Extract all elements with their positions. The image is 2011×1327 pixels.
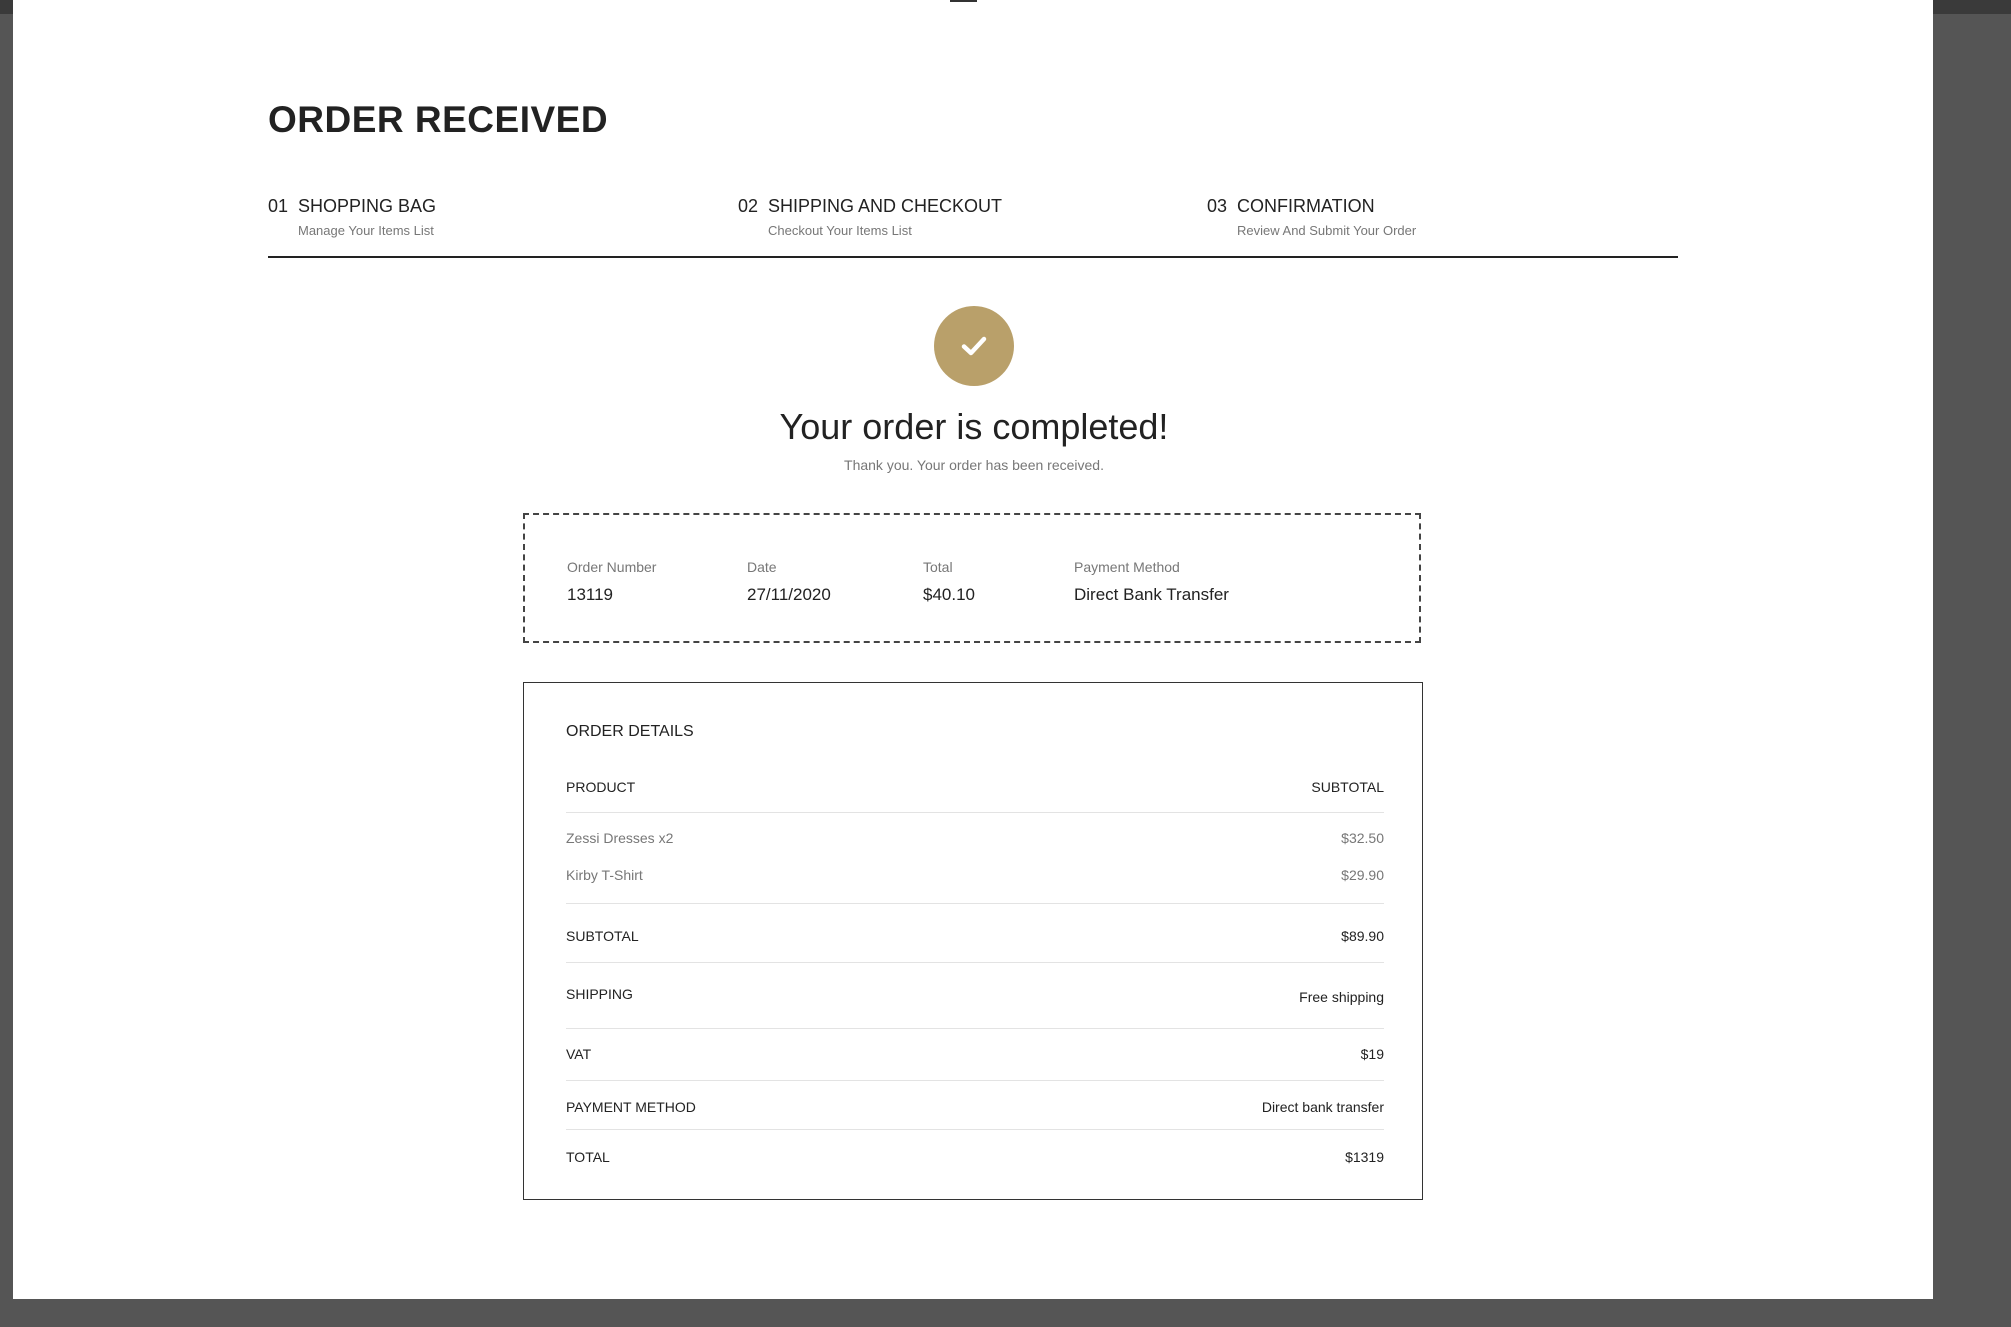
page-title: ORDER RECEIVED [268,99,609,140]
step-subtitle: Checkout Your Items List [768,223,912,238]
summary-label: Payment Method [1074,559,1180,575]
product-price: $32.50 [1341,830,1384,846]
subtotal-column-header: SUBTOTAL [1311,779,1384,795]
product-column-header: PRODUCT [566,779,636,795]
shipping-value: Free shipping [1299,989,1384,1005]
vat-value: $19 [1360,1046,1384,1062]
shipping-label: SHIPPING [566,986,633,1002]
summary-total: Total $40.10 [923,559,975,605]
step-number: 01 [268,196,289,216]
completion-subtitle: Thank you. Your order has been received. [844,457,1104,473]
step-number: 02 [738,196,759,216]
order-summary-box: Order Number 13119 Date 27/11/2020 Total… [523,513,1421,643]
order-received-page: ORDER RECEIVED 01 SHOPPING BAG Manage Yo… [13,0,1933,1299]
subtotal-value: $89.90 [1341,928,1384,944]
payment-method-label: PAYMENT METHOD [566,1099,696,1115]
product-price: $29.90 [1341,867,1384,883]
checkout-steps: 01 SHOPPING BAG Manage Your Items List 0… [268,194,1678,258]
summary-label: Date [747,559,777,575]
order-details-title: ORDER DETAILS [566,723,694,740]
summary-value: Direct Bank Transfer [1074,585,1229,604]
summary-value: $40.10 [923,585,975,604]
order-complete-badge [934,306,1014,386]
step-title: SHIPPING AND CHECKOUT [768,196,1003,216]
subtotal-label: SUBTOTAL [566,928,639,944]
divider [566,962,1384,963]
summary-label: Total [923,559,953,575]
total-value: $1319 [1345,1149,1384,1165]
check-icon [961,336,987,356]
step-subtitle: Manage Your Items List [298,223,434,238]
summary-payment-method: Payment Method Direct Bank Transfer [1074,559,1229,605]
order-details-box: ORDER DETAILS PRODUCT SUBTOTAL Zessi Dre… [523,682,1423,1200]
divider [566,903,1384,904]
divider [566,1129,1384,1130]
summary-value: 27/11/2020 [747,585,831,604]
product-name[interactable]: Zessi Dresses x2 [566,830,673,846]
divider [566,1080,1384,1081]
divider [566,812,1384,813]
step-title: CONFIRMATION [1237,196,1375,216]
vat-label: VAT [566,1046,592,1062]
payment-method-value: Direct bank transfer [1261,1099,1384,1115]
summary-label: Order Number [567,559,657,575]
total-label: TOTAL [566,1149,610,1165]
summary-order-number: Order Number 13119 [567,559,656,605]
product-name[interactable]: Kirby T-Shirt [566,867,643,883]
divider [566,1028,1384,1029]
summary-value: 13119 [567,585,614,604]
step-number: 03 [1207,196,1228,216]
completion-title: Your order is completed! [779,406,1169,447]
step-title: SHOPPING BAG [298,196,437,216]
step-subtitle: Review And Submit Your Order [1237,223,1417,238]
summary-date: Date 27/11/2020 [747,559,831,605]
top-marker [950,0,977,2]
